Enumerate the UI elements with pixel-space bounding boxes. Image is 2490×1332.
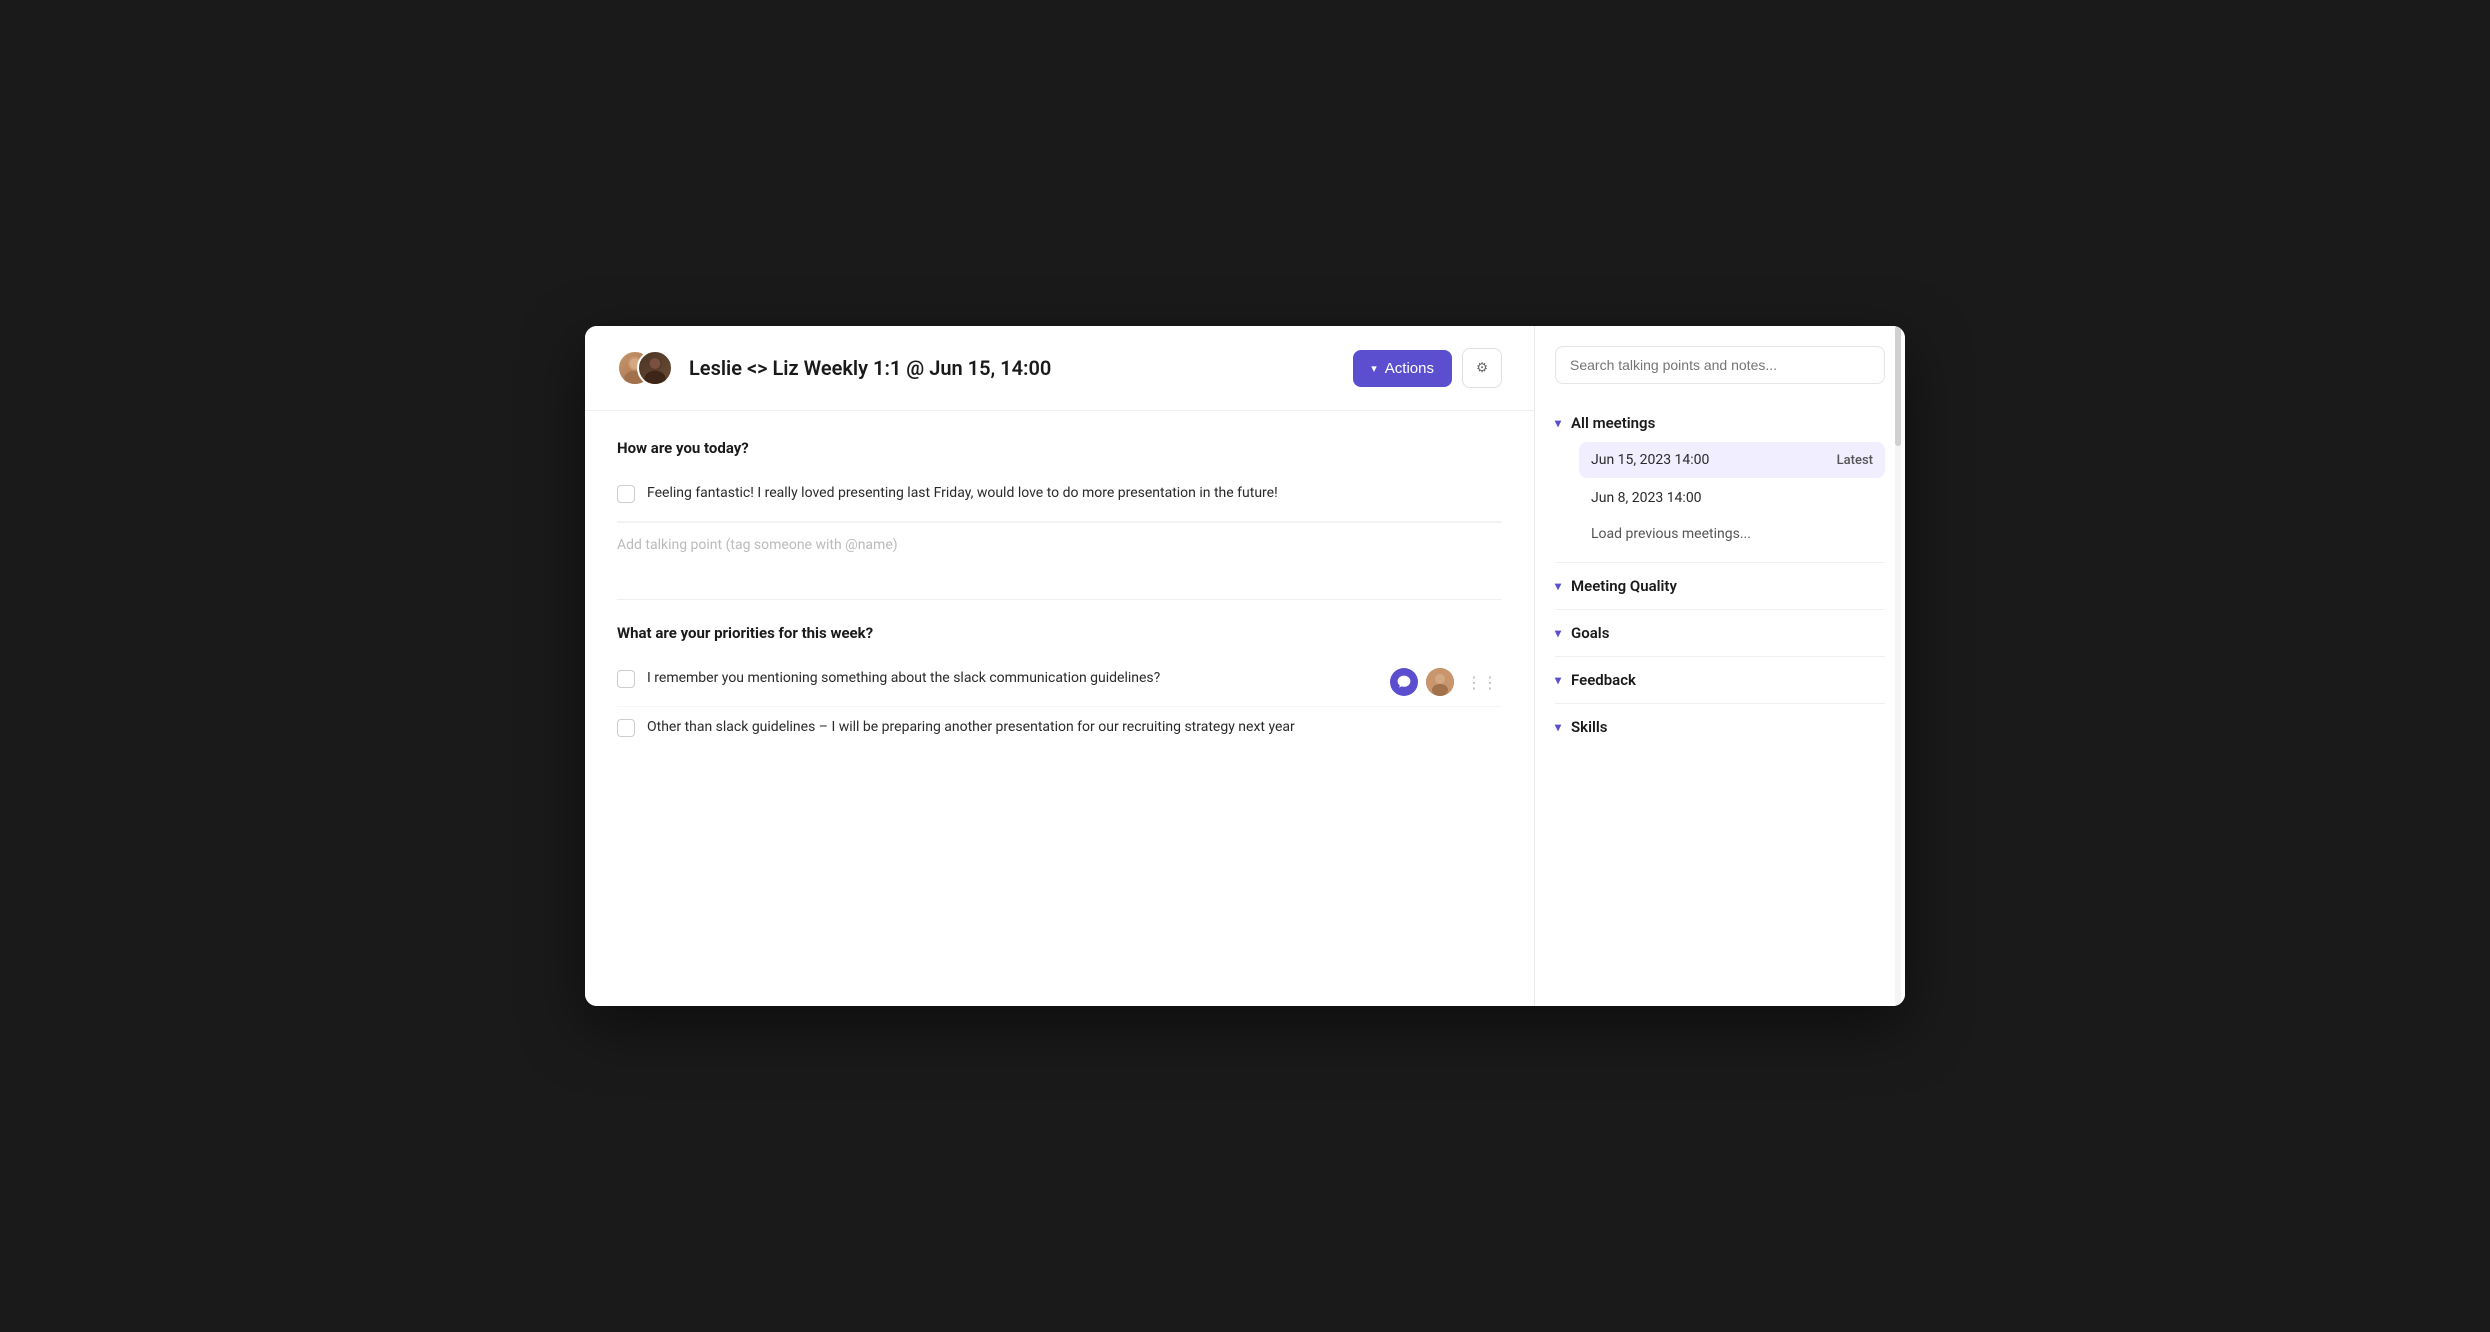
- table-row: I remember you mentioning something abou…: [617, 658, 1502, 707]
- comment-icon-1[interactable]: [1390, 483, 1418, 511]
- meeting-date-2: Jun 8, 2023 14:00: [1591, 490, 1702, 506]
- header: Leslie <> Liz Weekly 1:1 @ Jun 15, 14:00…: [585, 326, 1534, 411]
- liz-avatar-svg: [639, 352, 671, 384]
- app-window: Leslie <> Liz Weekly 1:1 @ Jun 15, 14:00…: [585, 326, 1905, 1006]
- speech-bubble-icon-3: [1394, 721, 1414, 741]
- sidebar-section-all-meetings: ▾ All meetings Jun 15, 2023 14:00 Latest…: [1555, 404, 1885, 558]
- meeting-list: Jun 15, 2023 14:00 Latest Jun 8, 2023 14…: [1555, 442, 1885, 558]
- sidebar-section-skills: ▾ Skills: [1555, 708, 1885, 746]
- chevron-down-icon-goals: ▾: [1555, 626, 1561, 640]
- all-meetings-label: All meetings: [1571, 414, 1655, 432]
- checkbox-item-2[interactable]: [617, 670, 635, 688]
- chevron-down-icon-quality: ▾: [1555, 579, 1561, 593]
- header-actions: ▾ Actions ⚙: [1353, 348, 1502, 388]
- meeting-list-item-2[interactable]: Jun 8, 2023 14:00: [1579, 480, 1885, 516]
- section-title-1: How are you today?: [617, 439, 1502, 457]
- meeting-title: Leslie <> Liz Weekly 1:1 @ Jun 15, 14:00: [689, 356, 1337, 380]
- sidebar-divider-3: [1555, 656, 1885, 657]
- skills-header[interactable]: ▾ Skills: [1555, 708, 1885, 746]
- more-options-icon-1[interactable]: ⋮⋮: [1462, 486, 1502, 509]
- goals-header[interactable]: ▾ Goals: [1555, 614, 1885, 652]
- meeting-quality-label: Meeting Quality: [1571, 577, 1677, 595]
- meeting-list-item-active[interactable]: Jun 15, 2023 14:00 Latest: [1579, 442, 1885, 478]
- meeting-date-1: Jun 15, 2023 14:00: [1591, 452, 1709, 468]
- section-priorities: What are your priorities for this week? …: [617, 624, 1502, 755]
- skills-label: Skills: [1571, 718, 1607, 736]
- section-divider: [617, 599, 1502, 600]
- sidebar-divider-1: [1555, 562, 1885, 563]
- all-meetings-header[interactable]: ▾ All meetings: [1555, 404, 1885, 442]
- item-text-2: I remember you mentioning something abou…: [647, 668, 1378, 690]
- table-row: Feeling fantastic! I really loved presen…: [617, 473, 1502, 522]
- actions-label: Actions: [1385, 360, 1434, 377]
- actions-button[interactable]: ▾ Actions: [1353, 350, 1452, 387]
- chevron-up-icon: ▾: [1555, 416, 1561, 430]
- comment-icon-3[interactable]: [1390, 717, 1418, 745]
- speech-bubble-icon: [1394, 487, 1414, 507]
- avatar-liz-item: [1426, 668, 1454, 696]
- avatar-liz: [637, 350, 673, 386]
- item-text-1: Feeling fantastic! I really loved presen…: [647, 483, 1378, 505]
- speech-bubble-active-icon: [1396, 674, 1412, 690]
- checkbox-item-1[interactable]: [617, 485, 635, 503]
- feedback-header[interactable]: ▾ Feedback: [1555, 661, 1885, 699]
- avatar-leslie-item-3: [1426, 717, 1454, 745]
- goals-label: Goals: [1571, 624, 1609, 642]
- table-row: Other than slack guidelines – I will be …: [617, 707, 1502, 755]
- section-how-are-you: How are you today? Feeling fantastic! I …: [617, 439, 1502, 567]
- load-previous-button[interactable]: Load previous meetings...: [1579, 518, 1885, 550]
- sidebar-divider-4: [1555, 703, 1885, 704]
- chevron-down-icon-skills: ▾: [1555, 720, 1561, 734]
- sidebar-section-goals: ▾ Goals: [1555, 614, 1885, 652]
- right-panel: ▾ All meetings Jun 15, 2023 14:00 Latest…: [1535, 326, 1905, 1006]
- search-input[interactable]: [1555, 346, 1885, 384]
- comment-icon-2[interactable]: [1390, 668, 1418, 696]
- checkbox-item-3[interactable]: [617, 719, 635, 737]
- item-actions-2: ⋮⋮: [1390, 668, 1502, 696]
- feedback-label: Feedback: [1571, 671, 1636, 689]
- main-content: How are you today? Feeling fantastic! I …: [585, 411, 1534, 1006]
- chevron-down-icon-feedback: ▾: [1555, 673, 1561, 687]
- scrollbar-thumb[interactable]: [1895, 326, 1901, 446]
- avatar-leslie-item: [1426, 483, 1454, 511]
- latest-badge: Latest: [1837, 453, 1873, 468]
- item-text-3: Other than slack guidelines – I will be …: [647, 717, 1378, 739]
- meeting-avatars: [617, 348, 673, 388]
- left-panel: Leslie <> Liz Weekly 1:1 @ Jun 15, 14:00…: [585, 326, 1535, 1006]
- sidebar-content: ▾ All meetings Jun 15, 2023 14:00 Latest…: [1535, 404, 1905, 1006]
- scrollbar-track: [1895, 326, 1901, 1006]
- more-options-icon-2[interactable]: ⋮⋮: [1462, 671, 1502, 694]
- sidebar-divider-2: [1555, 609, 1885, 610]
- more-options-icon-3[interactable]: ⋮⋮: [1462, 720, 1502, 743]
- sidebar-section-feedback: ▾ Feedback: [1555, 661, 1885, 699]
- meeting-quality-header[interactable]: ▾ Meeting Quality: [1555, 567, 1885, 605]
- section-title-2: What are your priorities for this week?: [617, 624, 1502, 642]
- chevron-down-icon: ▾: [1371, 362, 1377, 375]
- sidebar-section-meeting-quality: ▾ Meeting Quality: [1555, 567, 1885, 605]
- add-talking-point-1[interactable]: Add talking point (tag someone with @nam…: [617, 522, 1502, 567]
- gear-icon: ⚙: [1476, 360, 1488, 376]
- settings-button[interactable]: ⚙: [1462, 348, 1502, 388]
